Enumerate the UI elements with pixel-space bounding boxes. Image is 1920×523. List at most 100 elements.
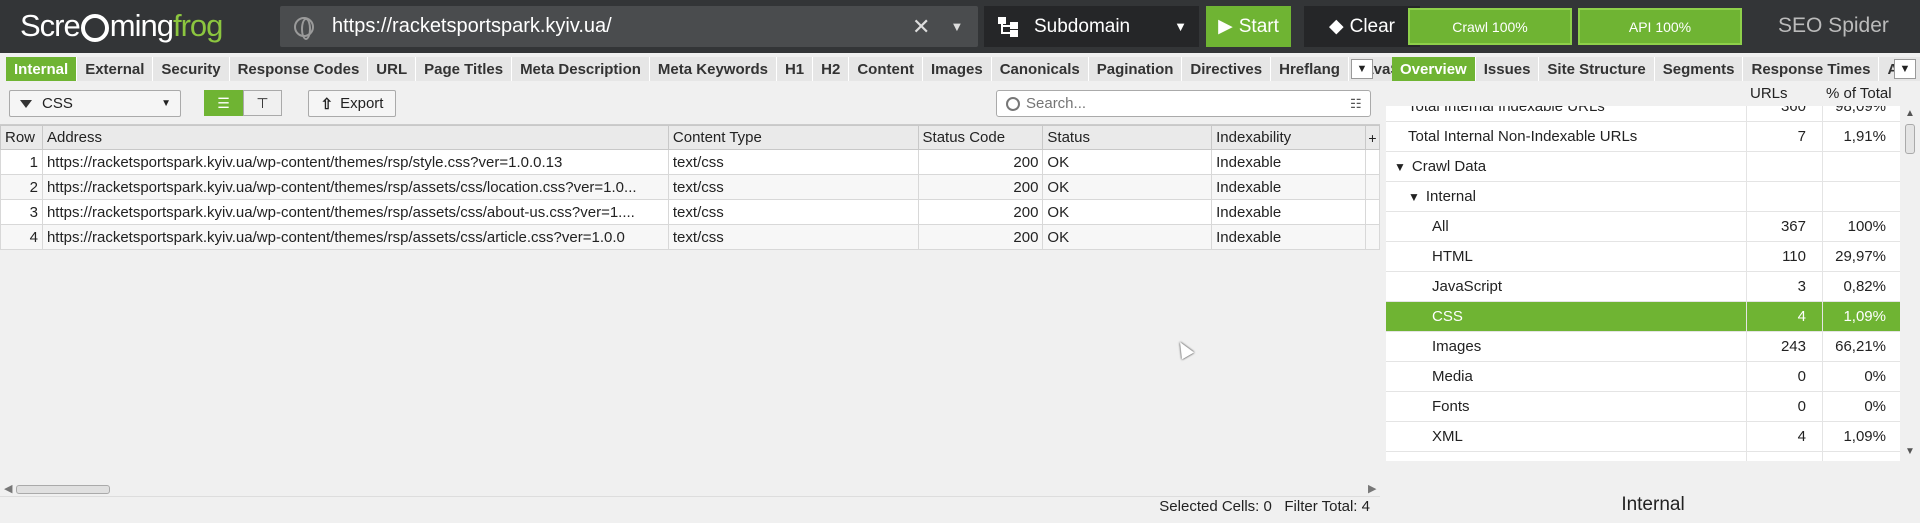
filter-select[interactable]: CSS ▼ (9, 90, 181, 117)
table-cell[interactable]: 2 (0, 174, 43, 200)
main-tab-hreflang[interactable]: Hreflang (1271, 57, 1349, 81)
scroll-thumb[interactable] (1905, 124, 1915, 154)
table-cell[interactable]: Indexable (1211, 224, 1366, 250)
table-cell[interactable]: OK (1042, 149, 1213, 175)
overview-row[interactable]: Media 0 0% (1386, 362, 1900, 392)
start-button[interactable]: ▶ Start (1206, 6, 1291, 47)
tree-view-icon[interactable]: ⊤ (243, 90, 282, 116)
table-cell[interactable]: Indexable (1211, 149, 1366, 175)
table-cell[interactable]: Indexable (1211, 174, 1366, 200)
scroll-thumb[interactable] (16, 485, 110, 494)
overview-row[interactable]: ▼ Internal (1386, 182, 1900, 212)
right-tab-overflow-icon[interactable]: ▼ (1894, 59, 1916, 79)
table-row[interactable]: 2 https://racketsportspark.kyiv.ua/wp-con… (0, 174, 1381, 200)
main-tab-external[interactable]: External (77, 57, 154, 81)
table-cell[interactable]: 200 (917, 174, 1044, 200)
column-header-add-column[interactable]: + (1364, 125, 1381, 150)
table-cell[interactable]: 200 (917, 199, 1044, 225)
column-header-address[interactable]: Address (41, 125, 669, 150)
col-urls-header[interactable]: URLs (1750, 85, 1788, 102)
column-header-status-code[interactable]: Status Code (917, 125, 1044, 150)
expand-triangle-icon[interactable]: ▼ (1394, 160, 1406, 174)
table-cell[interactable]: text/css (667, 224, 919, 250)
overview-row[interactable]: CSS 4 1,09% (1386, 302, 1900, 332)
table-cell[interactable]: OK (1042, 199, 1213, 225)
right-tab-overview[interactable]: Overview (1392, 57, 1476, 81)
overview-row[interactable]: HTML 110 29,97% (1386, 242, 1900, 272)
main-tab-meta-keywords[interactable]: Meta Keywords (649, 57, 777, 81)
right-tab-bar: Overview Issues Site Structure Segments Resp… (1392, 57, 1920, 81)
table-cell[interactable]: https://racketsportspark.kyiv.ua/wp-cont… (41, 149, 669, 175)
clear-button[interactable]: ◆ Clear (1304, 6, 1420, 47)
main-tab-response-codes[interactable]: Response Codes (229, 57, 369, 81)
overview-row[interactable]: XML 4 1,09% (1386, 422, 1900, 452)
table-cell[interactable]: https://racketsportspark.kyiv.ua/wp-cont… (41, 199, 669, 225)
list-view-icon[interactable]: ☰ (204, 90, 243, 116)
table-cell[interactable]: 200 (917, 149, 1044, 175)
overview-tree: Total Internal Indexable URLs 360 98,09% To… (1386, 106, 1900, 461)
tab-overflow-icon[interactable]: ▼ (1351, 59, 1373, 79)
table-row[interactable]: 3 https://racketsportspark.kyiv.ua/wp-con… (0, 199, 1381, 225)
overview-row-label-wrap: JavaScript (1432, 278, 1502, 295)
table-cell[interactable]: https://racketsportspark.kyiv.ua/wp-cont… (41, 174, 669, 200)
table-cell[interactable]: 1 (0, 149, 43, 175)
right-tab-segments[interactable]: Segments (1654, 57, 1744, 81)
url-history-dropdown-icon[interactable]: ▼ (950, 19, 963, 34)
table-cell[interactable]: 4 (0, 224, 43, 250)
main-tab-canonicals[interactable]: Canonicals (991, 57, 1089, 81)
url-input[interactable] (332, 15, 892, 38)
overview-row[interactable]: ▼ Crawl Data (1386, 152, 1900, 182)
main-tab-content[interactable]: Content (849, 57, 923, 81)
table-cell[interactable]: text/css (667, 199, 919, 225)
filter-value: CSS (42, 95, 73, 112)
column-header-indexability[interactable]: Indexability (1211, 125, 1366, 150)
main-tab-url[interactable]: URL (368, 57, 417, 81)
crawl-mode-select[interactable]: Subdomain ▼ (984, 6, 1199, 47)
overview-row[interactable]: Total Internal Non-Indexable URLs 7 1,91% (1386, 122, 1900, 152)
horizontal-scrollbar[interactable]: ◀ ▶ (0, 482, 1380, 496)
right-tab-issues[interactable]: Issues (1475, 57, 1540, 81)
table-cell[interactable]: 3 (0, 199, 43, 225)
export-button[interactable]: ⇧ Export (308, 90, 396, 117)
overview-row[interactable]: Images 243 66,21% (1386, 332, 1900, 362)
table-cell[interactable]: Indexable (1211, 199, 1366, 225)
column-header-row[interactable]: Row (0, 125, 43, 150)
overview-row[interactable]: Fonts 0 0% (1386, 392, 1900, 422)
scroll-left-icon[interactable]: ◀ (4, 482, 12, 495)
table-cell[interactable]: OK (1042, 174, 1213, 200)
main-tab-internal[interactable]: Internal (6, 57, 78, 81)
col-pct-header[interactable]: % of Total (1826, 85, 1892, 102)
main-tab-h1[interactable]: H1 (776, 57, 814, 81)
overview-row-label: PDF (1432, 458, 1462, 461)
right-tab-response-times[interactable]: Response Times (1743, 57, 1880, 81)
vertical-scrollbar[interactable]: ▲ ▼ (1900, 106, 1920, 461)
main-tab-directives[interactable]: Directives (1182, 57, 1272, 81)
overview-row[interactable]: PDF 0 0% (1386, 452, 1900, 461)
table-cell[interactable]: 200 (917, 224, 1044, 250)
scroll-up-icon[interactable]: ▲ (1905, 108, 1915, 119)
main-tab-images[interactable]: Images (923, 57, 992, 81)
overview-row[interactable]: Total Internal Indexable URLs 360 98,09% (1386, 106, 1900, 122)
table-cell[interactable]: text/css (667, 149, 919, 175)
overview-row[interactable]: JavaScript 3 0,82% (1386, 272, 1900, 302)
expand-triangle-icon[interactable]: ▼ (1408, 190, 1420, 204)
table-cell[interactable]: OK (1042, 224, 1213, 250)
scroll-down-icon[interactable]: ▼ (1905, 446, 1915, 457)
search-options-icon[interactable]: ☷ (1350, 96, 1362, 112)
column-header-status[interactable]: Status (1042, 125, 1213, 150)
main-tab-security[interactable]: Security (153, 57, 230, 81)
table-row[interactable]: 1 https://racketsportspark.kyiv.ua/wp-con… (0, 149, 1381, 175)
clear-url-icon[interactable]: ✕ (912, 14, 930, 40)
main-tab-meta-description[interactable]: Meta Description (512, 57, 650, 81)
main-tab-page-titles[interactable]: Page Titles (416, 57, 513, 81)
main-tab-h2[interactable]: H2 (813, 57, 850, 81)
table-cell[interactable]: https://racketsportspark.kyiv.ua/wp-cont… (41, 224, 669, 250)
search-input[interactable] (1026, 95, 1346, 112)
main-tab-pagination[interactable]: Pagination (1088, 57, 1183, 81)
table-row[interactable]: 4 https://racketsportspark.kyiv.ua/wp-con… (0, 224, 1381, 250)
column-header-content-type[interactable]: Content Type (667, 125, 919, 150)
scroll-right-icon[interactable]: ▶ (1368, 482, 1376, 495)
right-tab-site-structure[interactable]: Site Structure (1539, 57, 1655, 81)
overview-row[interactable]: All 367 100% (1386, 212, 1900, 242)
table-cell[interactable]: text/css (667, 174, 919, 200)
